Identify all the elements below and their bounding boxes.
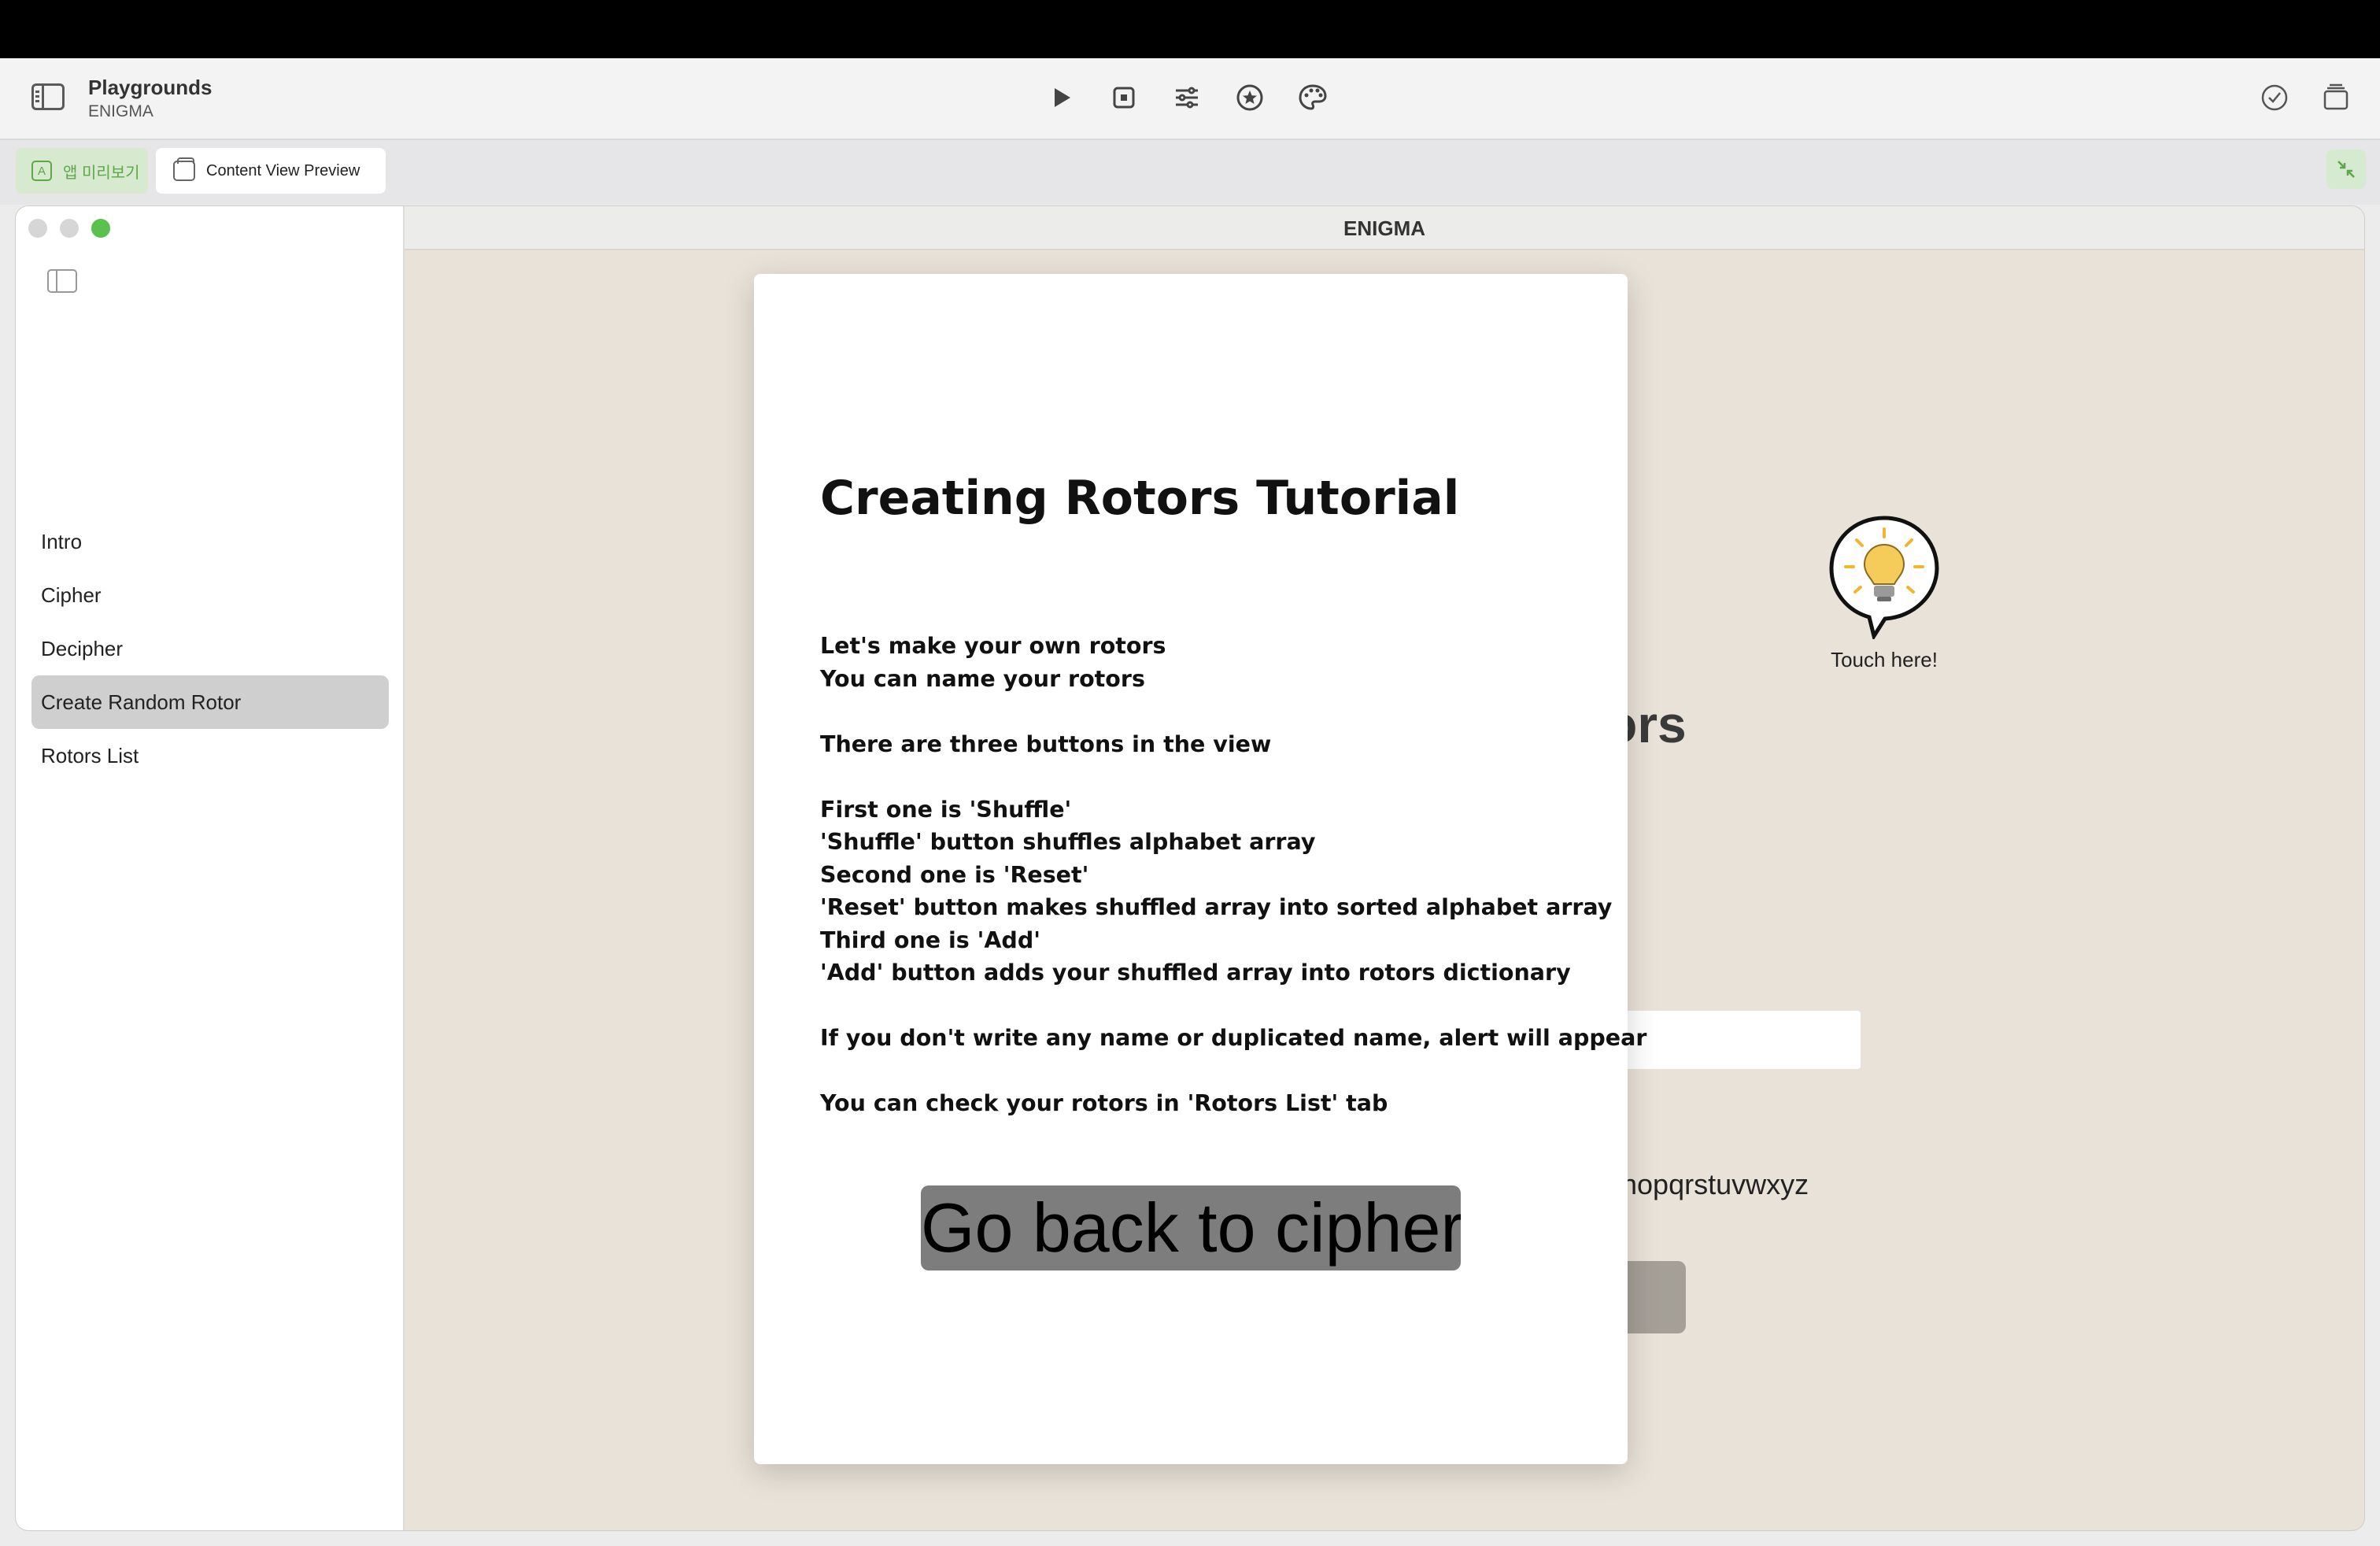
hint-label: Touch here!: [1831, 648, 1938, 671]
sidebar-item-create-random-rotor[interactable]: Create Random Rotor: [31, 675, 389, 729]
collapse-arrows-icon: [2338, 161, 2355, 178]
window-minimize-button[interactable]: [60, 219, 79, 238]
windows-icon[interactable]: [2319, 80, 2353, 115]
tutorial-title: Creating Rotors Tutorial: [820, 471, 1460, 526]
sliders-icon[interactable]: [1170, 80, 1204, 115]
tab-app-preview[interactable]: A 앱 미리보기: [16, 148, 148, 194]
alphabet-text: nopqrstuvwxyz: [1621, 1168, 1809, 1200]
background-button[interactable]: [1626, 1261, 1686, 1333]
go-back-to-cipher-button[interactable]: Go back to cipher: [921, 1185, 1461, 1270]
preview-window-icon: [173, 157, 195, 181]
tab-content-view-preview-label: Content View Preview: [206, 161, 360, 179]
preview-tab-bar: A 앱 미리보기 Content View Preview: [0, 140, 2380, 205]
sidebar-item-rotors-list[interactable]: Rotors List: [31, 729, 389, 782]
tab-content-view-preview[interactable]: Content View Preview: [156, 148, 386, 194]
sidebar-item-cipher[interactable]: Cipher: [31, 568, 389, 622]
window-close-button[interactable]: [28, 219, 47, 238]
sidebar-item-intro[interactable]: Intro: [31, 515, 389, 568]
star-icon[interactable]: [1232, 80, 1267, 115]
collapse-preview-button[interactable]: [2326, 150, 2366, 189]
checkmark-icon[interactable]: [2257, 80, 2292, 115]
project-subtitle: ENIGMA: [88, 102, 153, 120]
toolbar: Playgrounds ENIGMA: [0, 58, 2380, 140]
sidebar-toggle-icon[interactable]: [47, 269, 77, 293]
tab-app-preview-label: 앱 미리보기: [63, 164, 140, 182]
tutorial-sheet: Creating Rotors Tutorial Let's make your…: [754, 274, 1646, 1464]
sidebar: Intro Cipher Decipher Create Random Roto…: [16, 206, 405, 1530]
rotor-name-field[interactable]: [1624, 1011, 1861, 1069]
stop-icon[interactable]: [1107, 80, 1141, 115]
sidebar-item-decipher[interactable]: Decipher: [31, 622, 389, 675]
top-black-bar: [0, 0, 2380, 58]
hint-button[interactable]: Touch here!: [1813, 513, 1955, 672]
play-icon[interactable]: [1044, 80, 1078, 115]
app-store-icon: A: [31, 161, 52, 181]
project-title: Playgrounds: [88, 76, 213, 99]
palette-icon[interactable]: [1295, 80, 1330, 115]
window-title: ENIGMA: [405, 206, 2364, 250]
tutorial-body: Let's make your own rotors You can name …: [820, 633, 1647, 1116]
lightbulb-icon: [1829, 516, 1939, 642]
window-zoom-button[interactable]: [91, 219, 110, 238]
sidebar-toggle-icon[interactable]: [31, 83, 65, 110]
